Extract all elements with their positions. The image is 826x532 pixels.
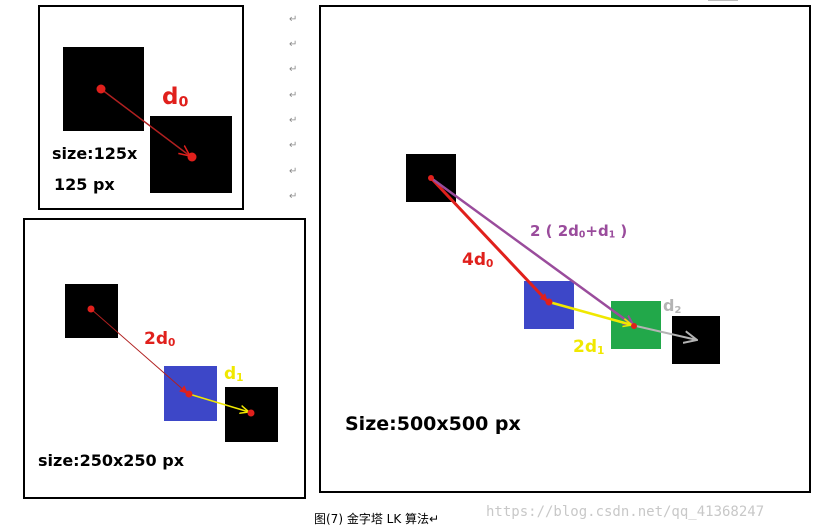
paragraph-mark: ↵: [289, 14, 298, 25]
paragraph-mark: ↵: [289, 166, 298, 177]
small-size-line2: 125 px: [54, 175, 115, 194]
small-target-square: [150, 116, 232, 193]
paragraph-mark: ↵: [289, 191, 298, 202]
paragraph-mark: ↵: [289, 140, 298, 151]
paragraph-mark: ↵: [289, 90, 298, 101]
medium-size-label: size:250x250 px: [38, 451, 185, 470]
large-size-label: Size:500x500 px: [345, 413, 521, 435]
small-source-square: [63, 47, 144, 131]
large-source-square: [406, 154, 456, 202]
paragraph-mark: ↵: [289, 39, 298, 50]
medium-2d0-label: 2d0: [144, 329, 176, 349]
paragraph-mark: ↵: [289, 64, 298, 75]
large-2d1-label: 2d1: [573, 337, 605, 357]
watermark-url: https://blog.csdn.net/qq_41368247: [486, 504, 765, 520]
large-target-square: [672, 316, 720, 364]
large-sum-label: 2 ( 2d0+d1 ): [530, 222, 628, 241]
medium-d1-label: d1: [224, 364, 244, 384]
large-green-square: [611, 301, 661, 349]
medium-blue-square: [164, 366, 217, 421]
figure-caption: 图(7) 金字塔 LK 算法↵: [314, 512, 440, 526]
medium-target-square: [225, 387, 278, 442]
medium-source-square: [65, 284, 118, 338]
small-size-line1: size:125x: [52, 144, 138, 163]
large-blue-square: [524, 281, 574, 329]
large-d2-label: d2: [663, 296, 682, 316]
small-d0-label: d0: [162, 84, 189, 111]
large-4d0-label: 4d0: [462, 250, 494, 270]
paragraph-mark: ↵: [289, 115, 298, 126]
document-top-rule: [708, 0, 738, 1]
